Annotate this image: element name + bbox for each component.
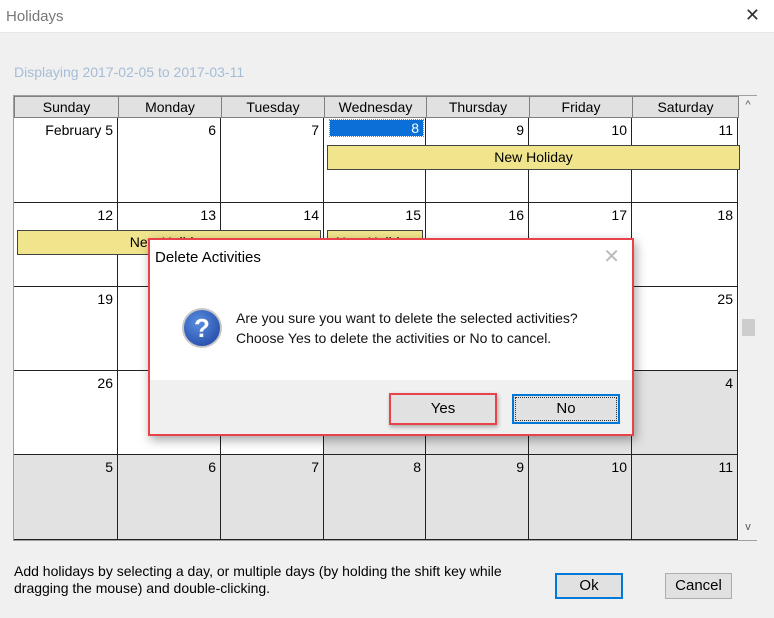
day-number: 13 <box>200 207 216 223</box>
day-number: 7 <box>311 122 319 138</box>
day-number: 8 <box>329 119 424 137</box>
weekday-header: Sunday <box>14 96 119 118</box>
yes-button[interactable]: Yes <box>389 393 497 425</box>
weekday-header: Monday <box>118 96 222 118</box>
day-cell[interactable]: 26 <box>14 371 118 455</box>
dialog-footer: Yes No <box>150 380 632 434</box>
day-number: 17 <box>611 207 627 223</box>
day-number: 14 <box>303 207 319 223</box>
window-title: Holidays <box>6 8 64 25</box>
day-cell[interactable]: 4 <box>632 371 738 455</box>
no-button[interactable]: No <box>512 394 620 424</box>
dialog-title: Delete Activities <box>155 249 261 266</box>
day-number: 6 <box>208 459 216 475</box>
day-number: 10 <box>611 459 627 475</box>
message-line-1: Are you sure you want to delete the sele… <box>236 310 578 326</box>
day-number: 19 <box>97 291 113 307</box>
delete-activities-dialog: Delete Activities ✕ ? Are you sure you w… <box>148 238 634 436</box>
day-number: 12 <box>97 207 113 223</box>
weekday-header: Tuesday <box>221 96 325 118</box>
day-cell[interactable]: 11 <box>632 455 738 540</box>
day-number: 7 <box>311 459 319 475</box>
dialog-message: Are you sure you want to delete the sele… <box>236 308 578 348</box>
day-cell[interactable]: 25 <box>632 287 738 371</box>
day-cell[interactable]: 7 <box>221 118 324 203</box>
day-number: 10 <box>611 122 627 138</box>
day-cell[interactable]: February 5 <box>14 118 118 203</box>
day-number: 18 <box>717 207 733 223</box>
day-cell[interactable]: 10 <box>529 455 632 540</box>
scroll-down-icon[interactable]: v <box>739 521 757 533</box>
question-icon: ? <box>182 308 222 348</box>
day-number: 4 <box>725 375 733 391</box>
weekday-header: Thursday <box>426 96 530 118</box>
day-number: 15 <box>405 207 421 223</box>
scroll-up-icon[interactable]: ^ <box>739 99 757 111</box>
day-cell[interactable]: 6 <box>118 455 221 540</box>
help-text: Add holidays by selecting a day, or mult… <box>14 563 502 596</box>
vertical-scrollbar[interactable]: ^ v <box>739 96 757 540</box>
day-number: 26 <box>97 375 113 391</box>
weekday-header: Saturday <box>632 96 739 118</box>
day-cell[interactable]: 9 <box>426 455 529 540</box>
weekday-header: Friday <box>529 96 633 118</box>
day-number: 9 <box>516 122 524 138</box>
day-cell[interactable]: 19 <box>14 287 118 371</box>
day-number: 25 <box>717 291 733 307</box>
close-icon[interactable]: ✕ <box>745 5 760 26</box>
message-line-2: Choose Yes to delete the activities or N… <box>236 330 552 346</box>
day-number: 9 <box>516 459 524 475</box>
dialog-close-icon[interactable]: ✕ <box>603 244 620 269</box>
day-number: 16 <box>508 207 524 223</box>
day-cell[interactable]: 8 <box>324 455 426 540</box>
day-cell[interactable]: 6 <box>118 118 221 203</box>
weekday-header: Wednesday <box>324 96 427 118</box>
day-cell[interactable]: 5 <box>14 455 118 540</box>
day-number: 5 <box>105 459 113 475</box>
holiday-event[interactable]: New Holiday <box>327 145 740 170</box>
day-cell[interactable]: 18 <box>632 203 738 287</box>
scroll-thumb[interactable] <box>742 319 755 336</box>
day-number: 11 <box>718 122 733 138</box>
ok-button[interactable]: Ok <box>555 573 623 599</box>
day-number: 11 <box>718 459 733 475</box>
day-number: 8 <box>413 459 421 475</box>
cancel-button[interactable]: Cancel <box>665 573 732 599</box>
day-cell[interactable]: 7 <box>221 455 324 540</box>
day-number: February 5 <box>45 122 113 138</box>
range-label: Displaying 2017-02-05 to 2017-03-11 <box>14 64 245 80</box>
day-number: 6 <box>208 122 216 138</box>
title-bar: Holidays ✕ <box>0 0 774 33</box>
